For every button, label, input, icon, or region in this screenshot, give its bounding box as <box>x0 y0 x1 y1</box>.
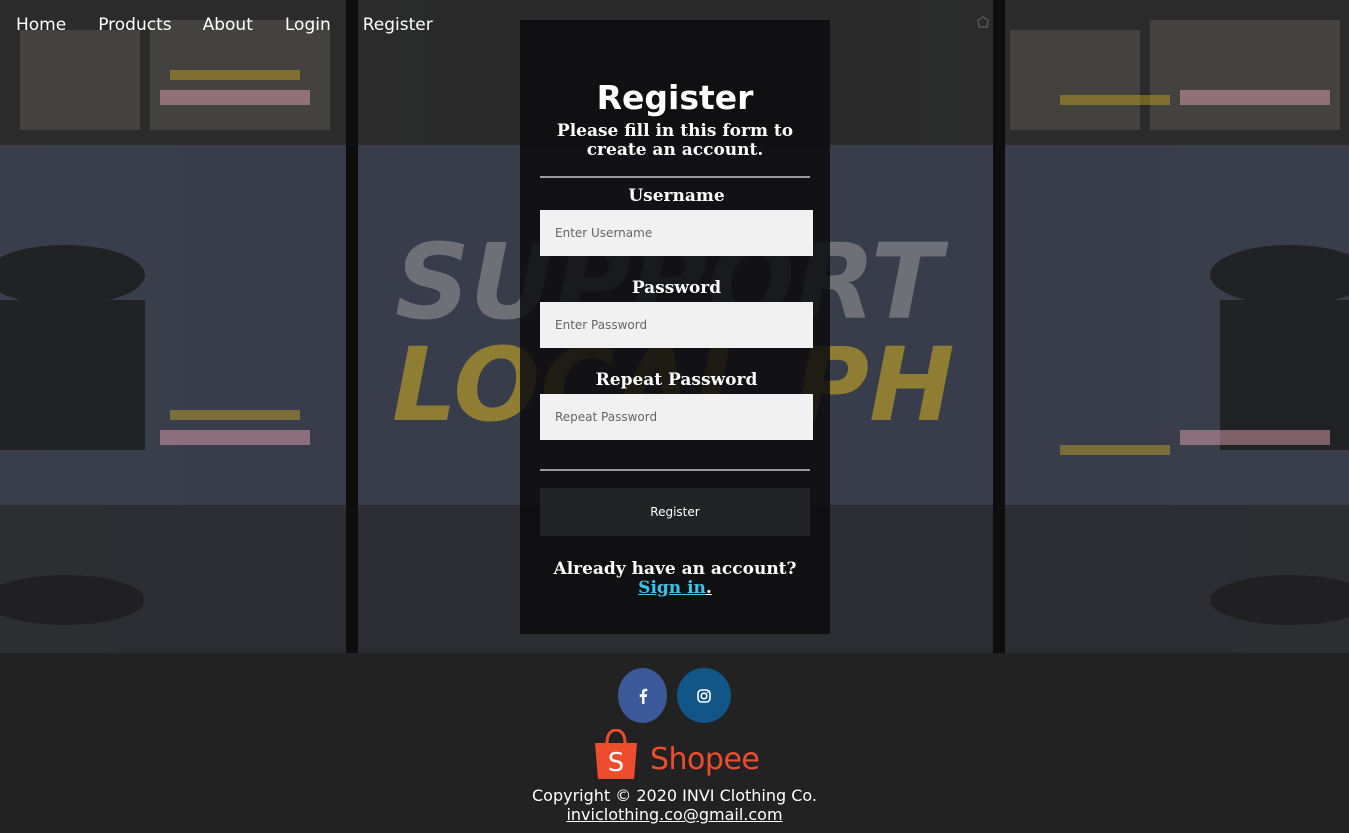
register-button[interactable]: Register <box>540 488 810 536</box>
password-input[interactable] <box>540 302 813 348</box>
copyright: Copyright © 2020 INVI Clothing Co. <box>531 786 817 805</box>
nav-products[interactable]: Products <box>98 0 171 50</box>
signin-period: . <box>705 578 712 598</box>
repeat-password-label: Repeat Password <box>595 370 758 390</box>
shopee-bag-icon: S <box>595 729 637 779</box>
username-input[interactable] <box>540 210 813 256</box>
footer: S Shopee Copyright © 2020 INVI Clothing … <box>0 653 1349 833</box>
divider <box>540 469 810 471</box>
password-label: Password <box>631 278 722 298</box>
form-intro: Please fill in this form to create an ac… <box>556 121 794 160</box>
badge-icon <box>977 16 989 28</box>
instagram-icon <box>697 688 711 703</box>
repeat-password-input[interactable] <box>540 394 813 440</box>
form-title: Register <box>596 78 754 117</box>
nav-about[interactable]: About <box>203 0 253 50</box>
register-form: Register Please fill in this form to cre… <box>520 20 830 634</box>
nav-login[interactable]: Login <box>285 0 331 50</box>
username-label: Username <box>628 186 725 206</box>
nav-register[interactable]: Register <box>363 0 433 50</box>
shopee-letter: S <box>608 748 625 778</box>
contact-email: inviclothing.co@gmail.com <box>0 805 1349 824</box>
signin-link[interactable]: Sign in <box>638 578 706 598</box>
instagram-button[interactable] <box>677 668 731 723</box>
divider <box>540 176 810 178</box>
email-link[interactable]: inviclothing.co@gmail.com <box>566 805 782 824</box>
signin-text: Already have an account? <box>553 559 797 579</box>
shopee-wordmark: Shopee <box>650 742 760 777</box>
facebook-button[interactable] <box>618 668 667 723</box>
signin-prompt: Already have an account? Sign in. <box>520 560 830 598</box>
top-nav: Home Products About Login Register <box>0 0 465 50</box>
nav-home[interactable]: Home <box>16 0 66 50</box>
facebook-icon <box>639 688 647 704</box>
